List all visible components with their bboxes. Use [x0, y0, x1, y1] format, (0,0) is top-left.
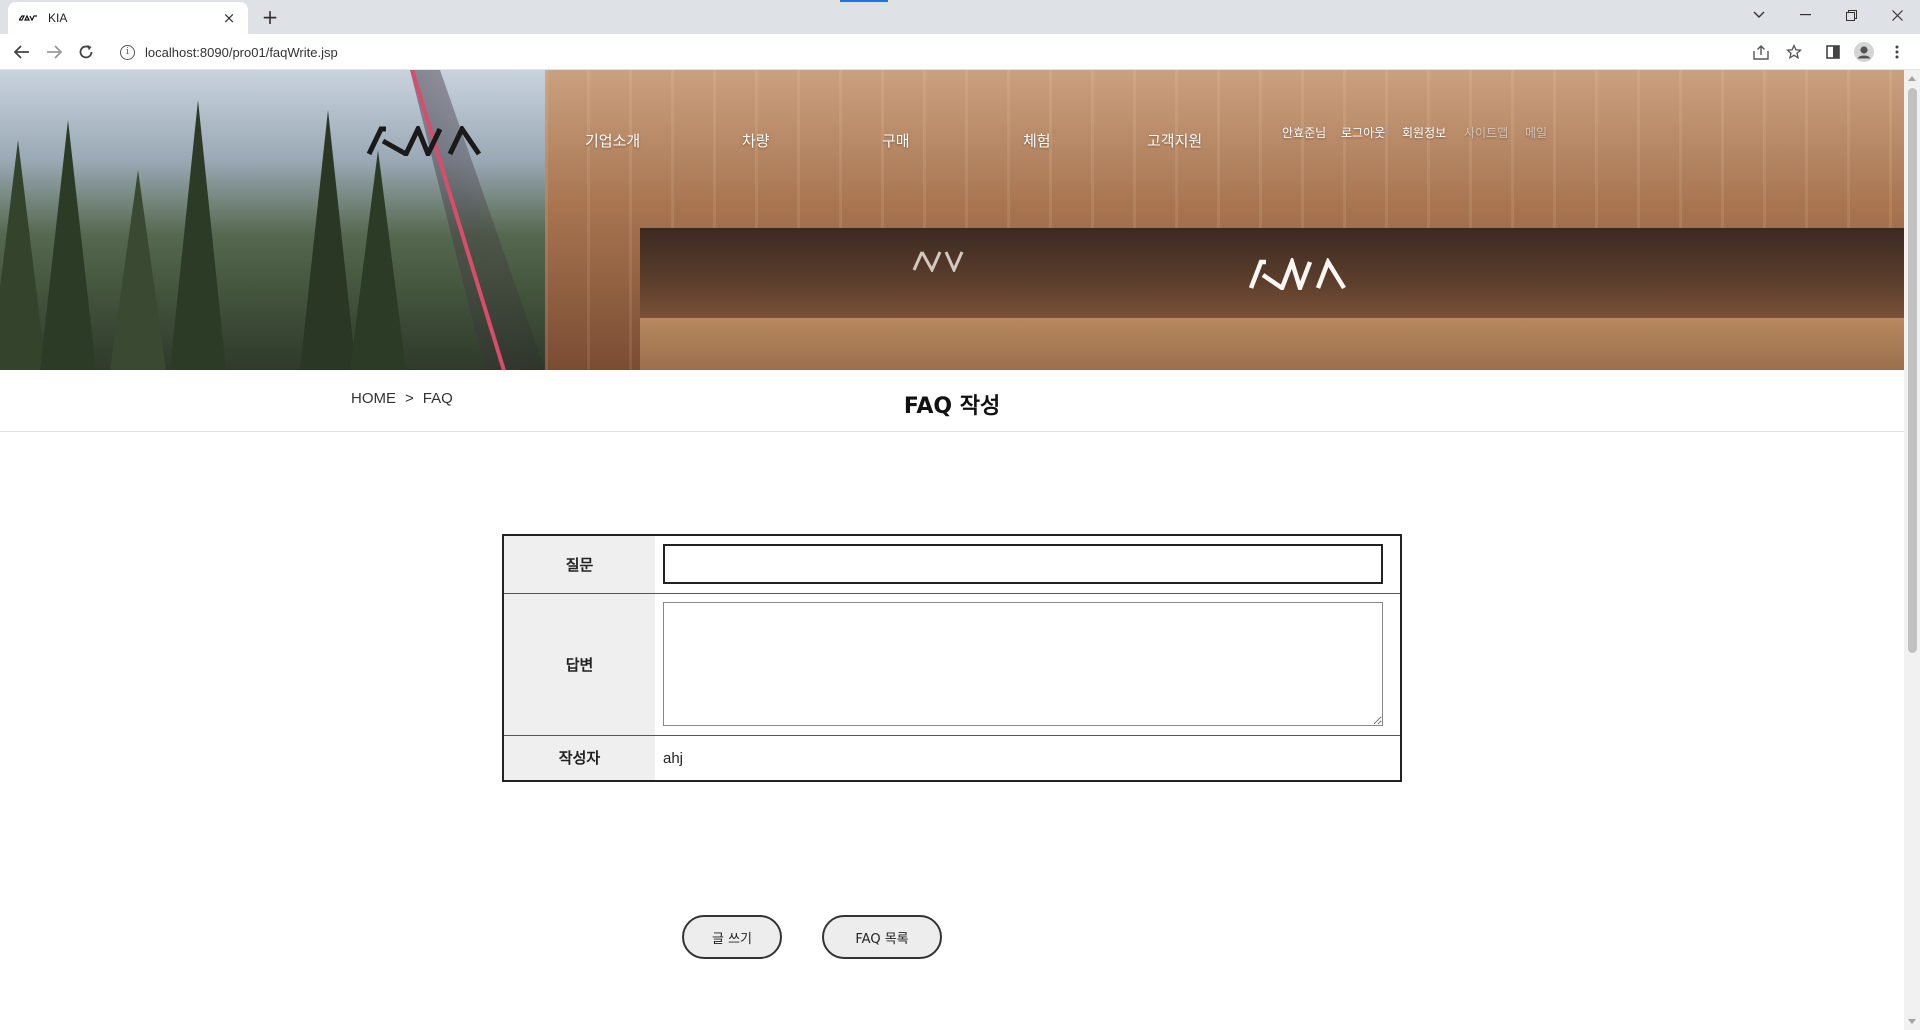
nav-item-support[interactable]: 고객지원	[1147, 130, 1202, 151]
kia-favicon-icon	[18, 13, 38, 23]
tree-shape	[170, 100, 226, 370]
nav-item-experience[interactable]: 체험	[1023, 130, 1051, 151]
scrollbar-thumb[interactable]	[1908, 88, 1917, 653]
answer-cell	[655, 593, 1401, 736]
submit-post-button[interactable]: 글 쓰기	[682, 915, 782, 959]
tree-shape	[40, 120, 96, 370]
logout-link[interactable]: 로그아웃	[1341, 124, 1385, 141]
answer-row: 답변	[503, 593, 1401, 736]
question-input[interactable]	[663, 544, 1383, 585]
counter-base	[640, 318, 1904, 370]
new-tab-button[interactable]: +	[258, 5, 282, 29]
browser-toolbar: i localhost:8090/pro01/faqWrite.jsp	[0, 34, 1920, 70]
share-icon[interactable]	[1750, 41, 1772, 63]
scroll-down-arrow-icon[interactable]	[1908, 1019, 1916, 1024]
writer-row: 작성자 ahj	[503, 735, 1401, 781]
wall-kia-logo-large	[1248, 255, 1348, 295]
nav-item-purchase[interactable]: 구매	[882, 130, 910, 151]
close-tab-icon[interactable]: ×	[220, 9, 238, 27]
minimize-icon[interactable]	[1782, 0, 1828, 30]
more-menu-icon[interactable]	[1886, 41, 1908, 63]
reload-icon[interactable]	[74, 40, 98, 64]
mail-link[interactable]: 메일	[1525, 124, 1547, 141]
tab-title: KIA	[48, 11, 68, 25]
site-info-icon[interactable]: i	[120, 44, 135, 60]
member-info-link[interactable]: 회원정보	[1402, 124, 1446, 141]
question-cell	[655, 535, 1401, 594]
forward-arrow-icon[interactable]	[42, 40, 66, 64]
tree-shape	[110, 170, 166, 370]
tab-search-indicator	[840, 0, 888, 2]
faq-list-button[interactable]: FAQ 목록	[822, 915, 942, 959]
user-greeting: 안효준님	[1282, 126, 1327, 140]
bookmark-star-icon[interactable]	[1783, 41, 1805, 63]
tab-search-chevron-icon[interactable]	[1736, 0, 1782, 30]
url-text: localhost:8090/pro01/faqWrite.jsp	[145, 44, 338, 60]
browser-tab-bar: KIA × +	[0, 0, 1920, 34]
tree-shape	[350, 150, 406, 370]
browser-tab[interactable]: KIA ×	[8, 2, 248, 34]
faq-write-form: 질문 답변 작성자 ahj	[502, 534, 1402, 782]
side-panel-icon[interactable]	[1822, 41, 1844, 63]
page-title: FAQ 작성	[903, 394, 1001, 419]
answer-textarea[interactable]	[663, 602, 1383, 726]
kia-logo[interactable]	[366, 122, 482, 161]
nav-item-company[interactable]: 기업소개	[585, 130, 640, 151]
page-scrollbar[interactable]	[1904, 70, 1920, 1030]
hero-banner: 기업소개 차량 구매 체험 고객지원 안효준님 로그아웃 회원정보 사이트맵 메…	[0, 70, 1904, 370]
tree-shape	[300, 110, 356, 370]
nav-item-vehicles[interactable]: 차량	[742, 130, 770, 151]
wall-kia-logo-small	[912, 250, 972, 278]
writer-cell: ahj	[655, 735, 1401, 781]
profile-avatar-icon[interactable]	[1853, 41, 1875, 63]
writer-value: ahj	[663, 750, 684, 768]
sitemap-link[interactable]: 사이트맵	[1464, 124, 1508, 141]
question-label: 질문	[503, 535, 655, 594]
restore-icon[interactable]	[1828, 0, 1874, 30]
question-row: 질문	[503, 535, 1401, 594]
back-arrow-icon[interactable]	[10, 40, 34, 64]
answer-label: 답변	[503, 593, 655, 736]
address-bar[interactable]: i localhost:8090/pro01/faqWrite.jsp	[110, 38, 1800, 66]
close-window-icon[interactable]	[1874, 0, 1920, 30]
scroll-up-arrow-icon[interactable]	[1908, 76, 1916, 81]
writer-label: 작성자	[503, 735, 655, 781]
